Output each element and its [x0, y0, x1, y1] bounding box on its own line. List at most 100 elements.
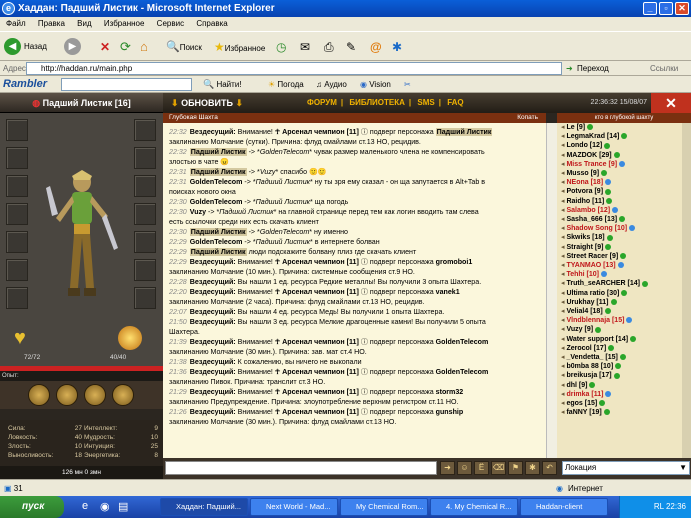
- online-user[interactable]: ◂ Miss Trance [9]: [557, 160, 691, 169]
- go-button[interactable]: Переход: [577, 61, 609, 76]
- home-icon[interactable]: ⌂: [140, 37, 148, 57]
- chat-nick[interactable]: ☥ Арсенал чемпион [11]: [275, 388, 359, 396]
- slot-gloves[interactable]: [6, 259, 28, 281]
- chat-nick[interactable]: GoldenTelecom: [190, 238, 243, 246]
- translit-icon[interactable]: Ё: [474, 461, 489, 475]
- online-user-name[interactable]: Salambo [12]: [566, 207, 610, 214]
- online-user-name[interactable]: Straight [9]: [566, 244, 603, 251]
- info-icon[interactable]: [601, 271, 608, 278]
- online-user[interactable]: ◂ Water support [14]: [557, 335, 691, 344]
- online-user-name[interactable]: TYANMAO [13]: [566, 262, 615, 269]
- rambler-vision-button[interactable]: ◉ Vision: [360, 76, 391, 93]
- online-user[interactable]: ◂ Tehhi [10]: [557, 270, 691, 279]
- slot-cloak[interactable]: [134, 287, 156, 309]
- online-user-name[interactable]: Le [9]: [566, 124, 585, 131]
- rambler-weather-button[interactable]: ☀ Погода: [268, 76, 304, 93]
- task-my-chemical-1[interactable]: My Chemical Rom...: [340, 498, 428, 516]
- favorites-button[interactable]: ★Избранное: [214, 37, 265, 57]
- chat-nick[interactable]: GoldenTelecom: [436, 338, 489, 346]
- slot-ring-1[interactable]: [134, 147, 156, 169]
- online-user-name[interactable]: Urukhay [11]: [566, 299, 608, 306]
- slot-ring-2[interactable]: [134, 175, 156, 197]
- task-haddan[interactable]: Хаддан: Падший...: [160, 498, 248, 516]
- mail-icon[interactable]: ✉: [300, 37, 310, 57]
- menu-help[interactable]: Справка: [196, 19, 227, 28]
- edit-icon[interactable]: ✎: [346, 37, 356, 57]
- chat-nick[interactable]: GoldenTelecom: [190, 178, 243, 186]
- online-user[interactable]: ◂ Potvora [9]: [557, 187, 691, 196]
- info-icon[interactable]: [629, 225, 636, 232]
- online-user[interactable]: ◂ Vlndblennaja [15]: [557, 316, 691, 325]
- online-user[interactable]: ◂ egos [15]: [557, 399, 691, 408]
- task-haddan-client[interactable]: Haddan-client: [520, 498, 608, 516]
- chat-nick[interactable]: Падший Листик: [189, 148, 247, 156]
- info-icon[interactable]: [619, 354, 626, 361]
- online-scrollbar[interactable]: [682, 123, 691, 458]
- rambler-audio-button[interactable]: ♫ Аудио: [316, 76, 347, 93]
- info-icon[interactable]: [604, 308, 611, 315]
- task-next-world[interactable]: Next World - Mad...: [250, 498, 338, 516]
- quicklaunch-desktop-icon[interactable]: ▤: [118, 500, 128, 513]
- online-user[interactable]: ◂ Shadow Song [10]: [557, 224, 691, 233]
- online-user[interactable]: ◂ _Vendetta_ [15]: [557, 353, 691, 362]
- slot-armor[interactable]: [6, 203, 28, 225]
- info-icon[interactable]: [606, 197, 613, 204]
- online-user-name[interactable]: b0mba 88 [10]: [566, 363, 613, 370]
- online-user[interactable]: ◂ Sasha_666 [13]: [557, 215, 691, 224]
- online-user[interactable]: ◂ Le [9]: [557, 123, 691, 132]
- rambler-find-button[interactable]: 🔍 Найти!: [203, 76, 242, 93]
- maximize-icon[interactable]: ▫: [659, 2, 673, 15]
- menu-tools[interactable]: Сервис: [157, 19, 184, 28]
- chat-nick[interactable]: storm32: [436, 388, 464, 396]
- online-user-name[interactable]: Musso [9]: [566, 170, 599, 177]
- chat-nick[interactable]: Vuzy: [190, 208, 206, 216]
- online-user-name[interactable]: Vlndblennaja [15]: [566, 317, 624, 324]
- info-icon[interactable]: [599, 400, 606, 407]
- online-user[interactable]: ◂ MAZDOK [29]: [557, 151, 691, 160]
- online-user[interactable]: ◂ Velial4 [18]: [557, 307, 691, 316]
- online-user[interactable]: ◂ LegmaKrad [14]: [557, 132, 691, 141]
- character-figure[interactable]: [42, 168, 122, 318]
- online-user[interactable]: ◂ Truth_seARCHER [14]: [557, 279, 691, 288]
- online-user-name[interactable]: Miss Trance [9]: [566, 161, 617, 168]
- info-icon[interactable]: [606, 234, 613, 241]
- slot-amulet[interactable]: [6, 147, 28, 169]
- chat-nick[interactable]: vanek1: [436, 288, 460, 296]
- online-user-name[interactable]: Raidho [11]: [566, 198, 604, 205]
- online-user-name[interactable]: egos [15]: [566, 400, 597, 407]
- online-user-name[interactable]: NEona [18]: [566, 179, 603, 186]
- chat-nick[interactable]: ☥ Арсенал чемпион [11]: [275, 258, 359, 266]
- info-icon[interactable]: [626, 317, 633, 324]
- online-user-name[interactable]: dhl [9]: [566, 382, 587, 389]
- online-user[interactable]: ◂ Straight [9]: [557, 243, 691, 252]
- links-label[interactable]: Ссылки: [650, 61, 678, 76]
- online-user-name[interactable]: drimka [11]: [566, 391, 603, 398]
- close-icon[interactable]: ✕: [675, 2, 689, 15]
- refresh-icon[interactable]: ⟳: [120, 37, 131, 57]
- messenger-icon[interactable]: ✱: [392, 37, 402, 57]
- online-user[interactable]: ◂ breikusja [17]: [557, 371, 691, 380]
- online-user-name[interactable]: Zerocol [17]: [566, 345, 606, 352]
- online-user-name[interactable]: MAZDOK [29]: [566, 152, 611, 159]
- menu-view[interactable]: Вид: [77, 19, 91, 28]
- online-user[interactable]: ◂ Londo [12]: [557, 141, 691, 150]
- slot-bracers[interactable]: [134, 259, 156, 281]
- info-icon[interactable]: [641, 280, 648, 287]
- info-icon[interactable]: [621, 289, 628, 296]
- tools-icon[interactable]: ✂: [404, 76, 411, 93]
- info-icon[interactable]: [601, 170, 608, 177]
- chat-nick[interactable]: ☥ Арсенал чемпион [11]: [275, 408, 359, 416]
- online-user[interactable]: ◂ Vuzy [9]: [557, 325, 691, 334]
- info-icon[interactable]: [589, 381, 596, 388]
- chat-nick[interactable]: Падший Листик: [189, 248, 247, 256]
- info-icon[interactable]: [605, 243, 612, 250]
- info-icon[interactable]: [621, 133, 628, 140]
- link-faq[interactable]: FAQ: [447, 98, 463, 107]
- slot-shield[interactable]: [134, 203, 156, 225]
- address-input[interactable]: http://haddan.ru/main.php: [26, 62, 562, 75]
- character-header[interactable]: ◍ Падший Листик [16]: [0, 93, 163, 113]
- chat-scrollbar[interactable]: [546, 123, 557, 458]
- online-user-name[interactable]: Truth_seARCHER [14]: [566, 280, 640, 287]
- online-user-name[interactable]: faNNY [19]: [566, 409, 601, 416]
- chat-nick[interactable]: ☥ Арсенал чемпион [11]: [275, 338, 359, 346]
